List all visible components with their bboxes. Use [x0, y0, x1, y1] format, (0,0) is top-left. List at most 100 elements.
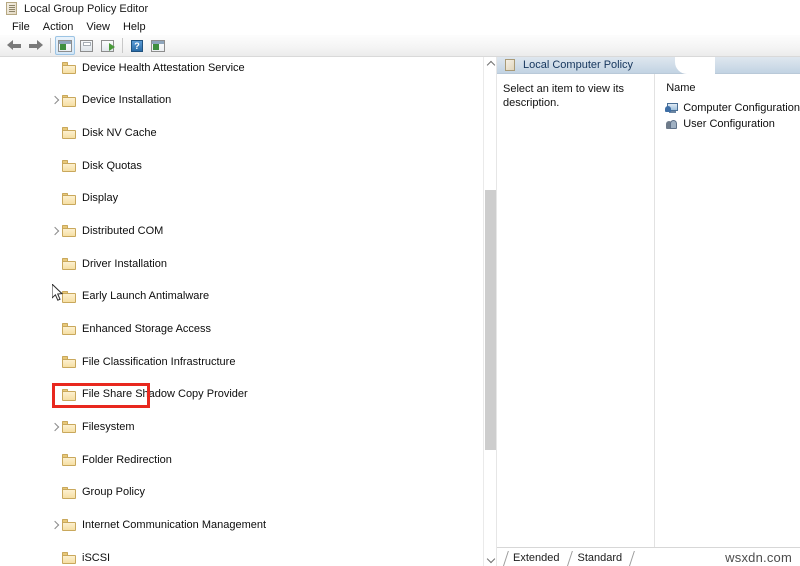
tab-standard[interactable]: Standard — [567, 551, 630, 566]
watermark: wsxdn.com — [725, 550, 792, 565]
scrollbar-thumb[interactable] — [485, 190, 496, 450]
tree-indent-spacer — [50, 324, 61, 335]
save-icon — [79, 39, 93, 52]
tree-indent-spacer — [50, 161, 61, 172]
toolbar-separator-1 — [50, 38, 51, 53]
tree-item-label: Distributed COM — [82, 224, 164, 237]
menu-help[interactable]: Help — [117, 20, 153, 34]
tree-item[interactable]: Folder Redirection — [0, 452, 483, 468]
tab-extended[interactable]: Extended — [503, 551, 567, 566]
folder-icon — [62, 225, 76, 238]
list-item-computer-configuration[interactable]: Computer Configuration — [665, 100, 800, 116]
policy-document-icon — [5, 2, 19, 16]
folder-icon — [62, 127, 76, 140]
chevron-down-icon — [486, 554, 495, 563]
tree-item[interactable]: Enhanced Storage Access — [0, 321, 483, 337]
tree-item-label: Disk NV Cache — [82, 126, 157, 139]
folder-icon — [62, 290, 76, 303]
console-tree-icon — [58, 39, 72, 52]
tree-indent-spacer — [50, 291, 61, 302]
folder-icon — [62, 552, 76, 565]
tree-indent-spacer — [50, 63, 61, 74]
list-item-user-configuration[interactable]: User Configuration — [665, 116, 800, 132]
tree-item-label: Device Health Attestation Service — [82, 61, 245, 74]
tree-item[interactable]: Driver Installation — [0, 256, 483, 272]
menu-view[interactable]: View — [80, 20, 117, 34]
folder-icon — [62, 323, 76, 336]
show-hide-console-tree-button[interactable] — [55, 36, 75, 55]
tree-item[interactable]: iSCSI — [0, 550, 483, 566]
tree-item-label: Folder Redirection — [82, 453, 172, 466]
policy-tree: Device Health Attestation Service Device … — [0, 60, 483, 566]
tree-item[interactable]: File Classification Infrastructure — [0, 354, 483, 370]
folder-icon — [62, 421, 76, 434]
description-panel: Select an item to view its description. — [497, 74, 656, 547]
folder-icon — [62, 62, 76, 75]
tree-item[interactable]: Group Policy — [0, 485, 483, 501]
chevron-right-icon[interactable] — [50, 95, 61, 106]
column-header-name: Name — [666, 82, 696, 94]
tree-item[interactable]: Internet Communication Management — [0, 517, 483, 533]
description-text: Select an item to view its description. — [503, 83, 625, 109]
chevron-up-icon — [486, 60, 495, 69]
help-button[interactable]: ? — [127, 36, 147, 55]
tree-item[interactable]: Disk Quotas — [0, 158, 483, 174]
tree-item[interactable]: Filesystem — [0, 419, 483, 435]
action-pane-icon — [151, 39, 165, 52]
tree-item-label: File Classification Infrastructure — [82, 355, 236, 368]
tree-indent-spacer — [50, 259, 61, 270]
menu-bar: File Action View Help — [0, 18, 800, 35]
export-list-icon — [100, 39, 115, 52]
folder-icon — [62, 519, 76, 532]
menu-file[interactable]: File — [6, 20, 37, 34]
menu-action[interactable]: Action — [37, 20, 81, 34]
tree-item[interactable]: File Share Shadow Copy Provider — [0, 387, 483, 403]
forward-button[interactable] — [25, 36, 45, 55]
tree-indent-spacer — [50, 487, 61, 498]
computer-configuration-icon — [665, 102, 679, 115]
chevron-right-icon[interactable] — [50, 422, 61, 433]
tree-item-label: Device Installation — [82, 94, 172, 107]
tree-item[interactable]: Disk NV Cache — [0, 125, 483, 141]
tree-indent-spacer — [50, 357, 61, 368]
details-pane-body: Select an item to view its description. … — [497, 74, 800, 547]
tree-item[interactable]: Distributed COM — [0, 223, 483, 239]
arrow-left-icon — [6, 40, 22, 51]
folder-icon — [62, 192, 76, 205]
title-bar: Local Group Policy Editor — [0, 0, 800, 18]
policy-document-icon — [505, 58, 517, 72]
configuration-list[interactable]: Name Computer Configuration User Configu… — [655, 74, 800, 547]
export-list-button[interactable] — [97, 36, 117, 55]
folder-icon — [62, 388, 76, 401]
console-tree-pane[interactable]: Device Health Attestation Service Device … — [0, 57, 483, 566]
details-pane-title: Local Computer Policy — [523, 59, 634, 71]
tree-item-label: Enhanced Storage Access — [82, 322, 212, 335]
tree-item-label: Early Launch Antimalware — [82, 290, 210, 303]
tree-item[interactable]: Device Installation — [0, 93, 483, 109]
tree-item-label: Internet Communication Management — [82, 518, 267, 531]
folder-icon — [62, 258, 76, 271]
tree-item-label: Driver Installation — [82, 257, 167, 270]
details-pane-tabs: Extended Standard wsxdn.com — [497, 547, 800, 566]
chevron-right-icon[interactable] — [50, 520, 61, 531]
tree-item[interactable]: Display — [0, 191, 483, 207]
show-hide-action-pane-button[interactable] — [148, 36, 168, 55]
tree-indent-spacer — [50, 193, 61, 204]
window-title: Local Group Policy Editor — [24, 3, 149, 15]
back-button[interactable] — [4, 36, 24, 55]
details-pane-header: Local Computer Policy — [497, 57, 800, 74]
tree-item-label: Filesystem — [82, 420, 135, 433]
details-pane: Local Computer Policy Select an item to … — [497, 57, 800, 566]
tree-indent-spacer — [50, 455, 61, 466]
tree-item-label: Disk Quotas — [82, 159, 142, 172]
toolbar-separator-2 — [122, 38, 123, 53]
tree-item[interactable]: Device Health Attestation Service — [0, 60, 483, 76]
chevron-right-icon[interactable] — [50, 226, 61, 237]
save-button[interactable] — [76, 36, 96, 55]
tree-item-label: iSCSI — [82, 551, 111, 564]
tree-item[interactable]: Early Launch Antimalware — [0, 289, 483, 305]
folder-icon — [62, 454, 76, 467]
tree-item-label: Display — [82, 192, 119, 205]
tree-vertical-scrollbar[interactable] — [483, 57, 497, 566]
tree-item-label: Group Policy — [82, 486, 145, 499]
